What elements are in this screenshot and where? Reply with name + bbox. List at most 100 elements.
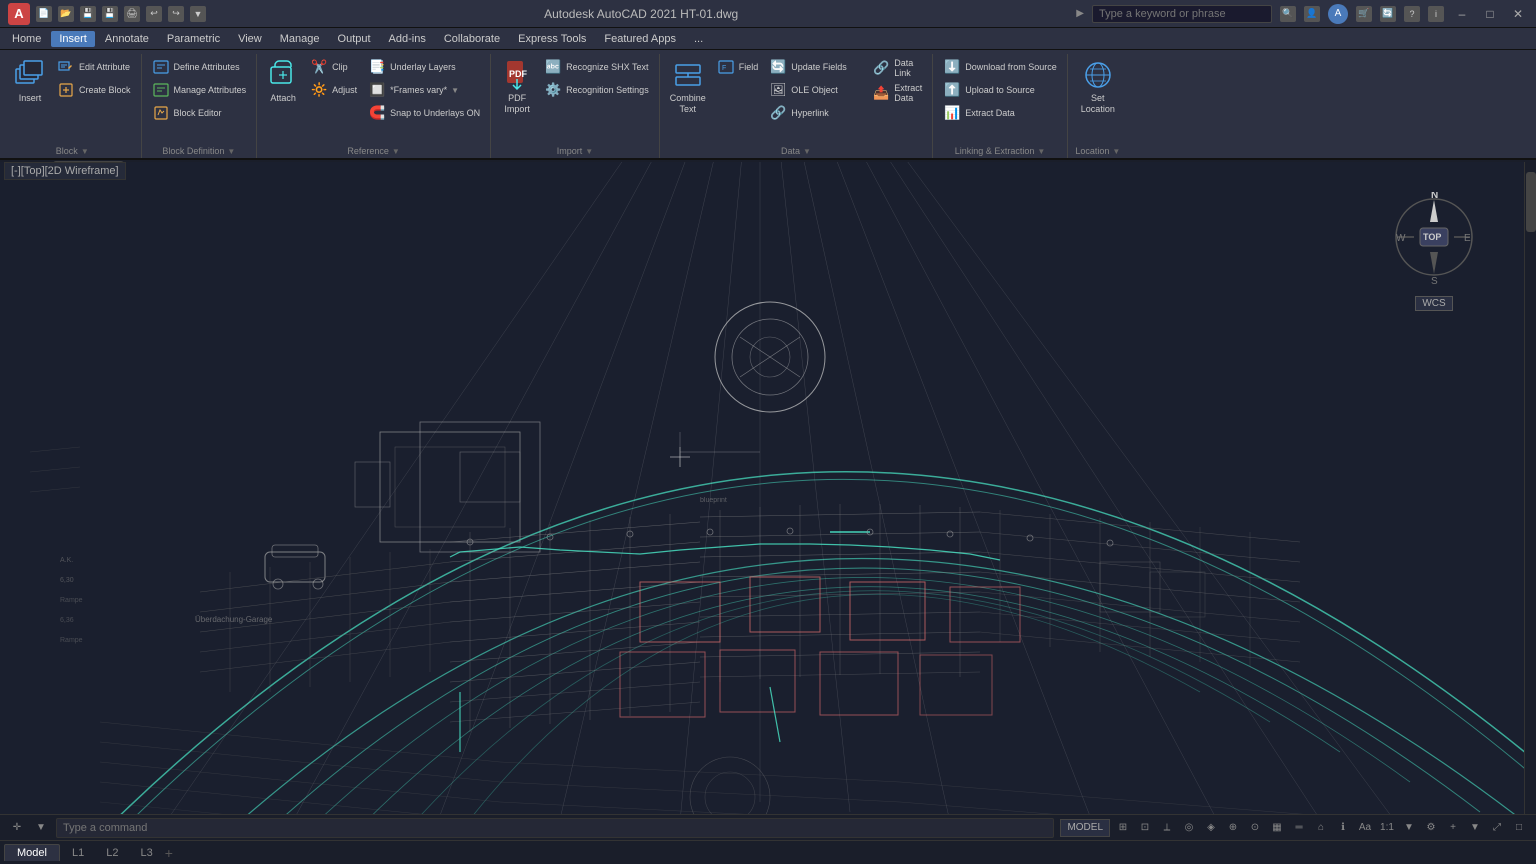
menu-featured-apps[interactable]: Featured Apps (596, 31, 684, 47)
saveas-icon[interactable]: 💾 (102, 6, 118, 22)
scale-dropdown[interactable]: ▼ (1400, 819, 1418, 837)
linking-group-expand[interactable]: ▼ (1037, 147, 1045, 156)
menu-insert[interactable]: Insert (51, 31, 95, 47)
canvas-area[interactable]: Überdachung-Garage blueprint A.K. 6,30 R… (0, 162, 1524, 814)
menu-view[interactable]: View (230, 31, 270, 47)
ducs-icon[interactable]: ⊙ (1246, 819, 1264, 837)
ribbon-btn-insert[interactable]: Insert (10, 56, 50, 107)
otrack-icon[interactable]: ⊕ (1224, 819, 1242, 837)
ribbon-btn-block-editor[interactable]: Block Editor (148, 102, 251, 124)
svg-text:blueprint: blueprint (700, 497, 727, 504)
ribbon-btn-snap-underlays[interactable]: 🧲 Snap to Underlays ON (364, 102, 484, 124)
snap-icon[interactable]: ⊡ (1136, 819, 1154, 837)
layout-tab-l2[interactable]: L2 (96, 845, 128, 861)
restore-button[interactable]: □ (1480, 6, 1500, 22)
menu-parametric[interactable]: Parametric (159, 31, 228, 47)
ribbon-btn-ole-object[interactable]: 🖼 OLE Object (765, 79, 865, 101)
location-group-expand[interactable]: ▼ (1112, 147, 1120, 156)
blockdef-group-expand[interactable]: ▼ (227, 147, 235, 156)
ribbon-btn-set-location[interactable]: SetLocation (1077, 56, 1119, 118)
anno-vis-icon[interactable]: Aa (1356, 819, 1374, 837)
ribbon-btn-pdf-import[interactable]: PDF PDFImport (497, 56, 537, 118)
ribbon-btn-hyperlink[interactable]: 🔗 Hyperlink (765, 102, 865, 124)
menu-collaborate[interactable]: Collaborate (436, 31, 508, 47)
ribbon-btn-underlay-layers[interactable]: 📑 Underlay Layers (364, 56, 484, 78)
ribbon-btn-recognition-settings[interactable]: ⚙️ Recognition Settings (540, 79, 653, 101)
fullscreen-icon[interactable]: ⤢ (1488, 819, 1506, 837)
search-arrow-icon[interactable]: ▶ (1076, 8, 1084, 19)
menu-more[interactable]: ... (686, 31, 711, 47)
add-layout-button[interactable]: + (165, 845, 173, 861)
anno-scale-icon[interactable]: 1:1 (1378, 819, 1396, 837)
save-icon[interactable]: 💾 (80, 6, 96, 22)
print-icon[interactable]: 🖨 (124, 6, 140, 22)
cursor-icon[interactable]: ✛ (8, 819, 26, 837)
help-icon[interactable]: ? (1404, 6, 1420, 22)
account-avatar[interactable]: A (1328, 4, 1348, 24)
ribbon-btn-data-link[interactable]: 🔗 DataLink (868, 56, 926, 80)
ribbon-btn-attach[interactable]: Attach (263, 56, 303, 107)
model-tab[interactable]: Model (4, 844, 60, 861)
ribbon-btn-adjust[interactable]: 🔆 Adjust (306, 79, 361, 101)
grid-icon[interactable]: ⊞ (1114, 819, 1132, 837)
import-group-expand[interactable]: ▼ (585, 147, 593, 156)
layout-tab-l1[interactable]: L1 (62, 845, 94, 861)
ribbon-btn-combine-text[interactable]: CombineText (666, 56, 710, 118)
menu-home[interactable]: Home (4, 31, 49, 47)
ui-icon[interactable]: □ (1510, 819, 1528, 837)
ribbon-btn-extract-data2[interactable]: 📊 Extract Data (939, 102, 1061, 124)
sync-icon[interactable]: 🔄 (1380, 6, 1396, 22)
data-link-icon: 🔗 (872, 59, 890, 77)
frames-dropdown-arrow[interactable]: ▼ (451, 86, 459, 95)
ribbon-btn-define-attributes[interactable]: Define Attributes (148, 56, 251, 78)
ribbon-btn-clip[interactable]: ✂️ Clip (306, 56, 361, 78)
recognition-settings-icon: ⚙️ (544, 81, 562, 99)
user-icon[interactable]: 👤 (1304, 6, 1320, 22)
menu-annotate[interactable]: Annotate (97, 31, 157, 47)
filter-icon[interactable]: ▼ (32, 819, 50, 837)
ribbon-btn-upload-source[interactable]: ⬆️ Upload to Source (939, 79, 1061, 101)
ribbon-btn-update-fields[interactable]: 🔄 Update Fields (765, 56, 865, 78)
ribbon-btn-edit-attribute[interactable]: Edit Attribute (53, 56, 135, 78)
tpress-icon[interactable]: ⌂ (1312, 819, 1330, 837)
layout-tab-l3[interactable]: L3 (130, 845, 162, 861)
redo-icon[interactable]: ↪ (168, 6, 184, 22)
info-icon[interactable]: i (1428, 6, 1444, 22)
open-file-icon[interactable]: 📂 (58, 6, 74, 22)
polar-icon[interactable]: ◎ (1180, 819, 1198, 837)
vertical-scrollbar[interactable] (1524, 162, 1536, 814)
new-file-icon[interactable]: 📄 (36, 6, 52, 22)
block-group-expand[interactable]: ▼ (81, 147, 89, 156)
qprops-icon[interactable]: ℹ (1334, 819, 1352, 837)
menu-express-tools[interactable]: Express Tools (510, 31, 594, 47)
dyn-icon[interactable]: ▦ (1268, 819, 1286, 837)
search-input[interactable] (1092, 5, 1272, 23)
search-button[interactable]: 🔍 (1280, 6, 1296, 22)
minimize-panel-icon[interactable]: ▼ (1466, 819, 1484, 837)
osnap-icon[interactable]: ◈ (1202, 819, 1220, 837)
command-input[interactable] (56, 818, 1054, 838)
ribbon-btn-download-source[interactable]: ⬇️ Download from Source (939, 56, 1061, 78)
ribbon-btn-recognize-shx[interactable]: 🔤 Recognize SHX Text (540, 56, 653, 78)
ortho-icon[interactable]: ⟂ (1158, 819, 1176, 837)
qat-customize-icon[interactable]: ▼ (190, 6, 206, 22)
menu-output[interactable]: Output (330, 31, 379, 47)
ws-icon[interactable]: ⚙ (1422, 819, 1440, 837)
ribbon-btn-frames-vary[interactable]: 🔲 *Frames vary* ▼ (364, 79, 484, 101)
undo-icon[interactable]: ↩ (146, 6, 162, 22)
close-button[interactable]: ✕ (1508, 6, 1528, 22)
subscription-icon[interactable]: 🛒 (1356, 6, 1372, 22)
menu-manage[interactable]: Manage (272, 31, 328, 47)
minimize-button[interactable]: – (1452, 6, 1472, 22)
plus-icon[interactable]: + (1444, 819, 1462, 837)
ribbon-btn-manage-attributes[interactable]: Manage Attributes (148, 79, 251, 101)
model-toggle[interactable]: MODEL (1060, 819, 1110, 837)
menu-addins[interactable]: Add-ins (381, 31, 434, 47)
ref-group-expand[interactable]: ▼ (392, 147, 400, 156)
ribbon-btn-extract-data[interactable]: 📤 ExtractData (868, 81, 926, 105)
ribbon-btn-field[interactable]: F Field (713, 56, 763, 78)
scrollbar-thumb[interactable] (1526, 172, 1536, 232)
ribbon-btn-create-block[interactable]: Create Block (53, 79, 135, 101)
data-group-expand[interactable]: ▼ (803, 147, 811, 156)
lweight-icon[interactable]: ═ (1290, 819, 1308, 837)
